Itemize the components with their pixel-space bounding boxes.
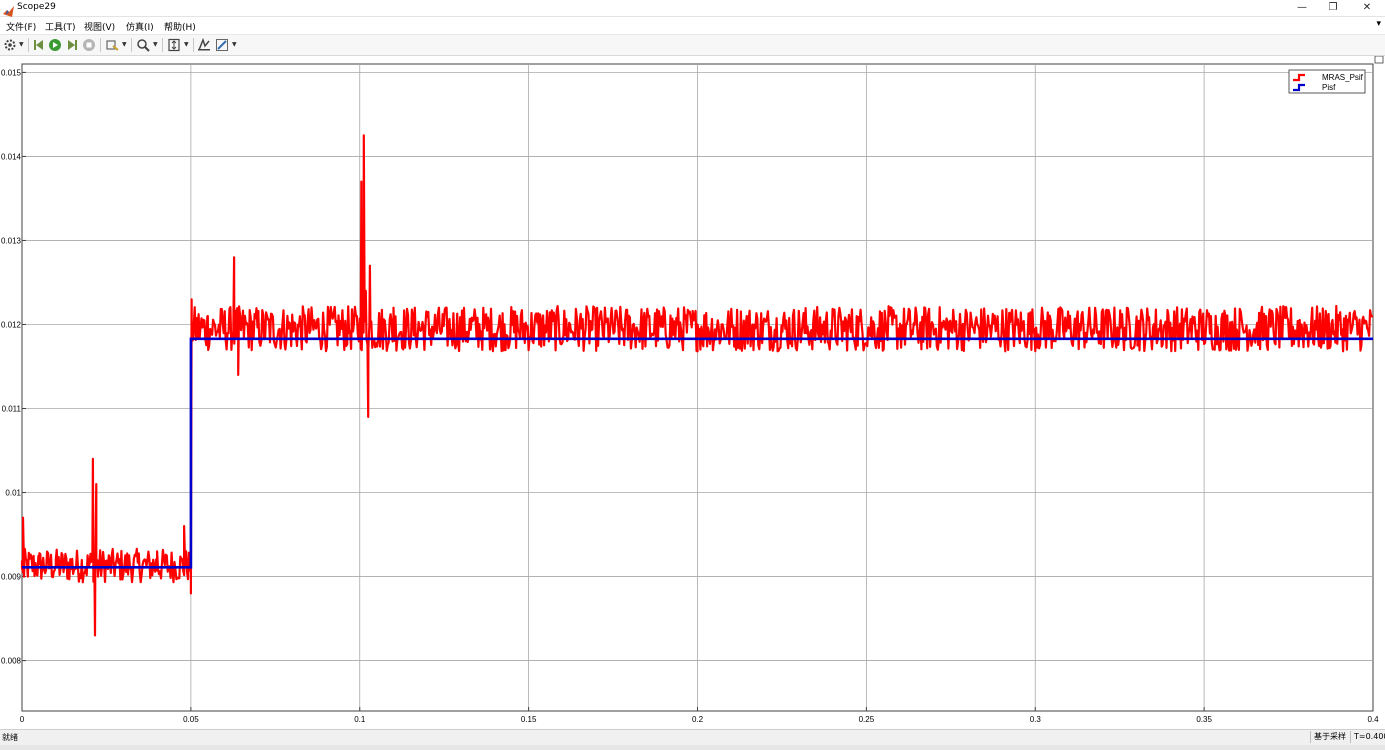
scope-chart[interactable]: 0 0.05 0.1 0.15 0.2 0.25 0.3 0.35 0.4 0.008 0.009 0… — [0, 56, 1385, 729]
toolbar: ▼ ▼ ▼ ▼ ▼ — [0, 35, 1385, 56]
menu-file[interactable]: 文件(F) — [6, 20, 36, 33]
y-tick-label: 0.011 — [2, 405, 22, 414]
x-tick-label: 0.35 — [1196, 715, 1212, 724]
y-tick-label: 0.008 — [1, 657, 22, 666]
menu-view[interactable]: 视图(V) — [84, 20, 115, 33]
toolbar-separator — [28, 38, 29, 52]
stop-icon[interactable] — [82, 38, 96, 52]
fit-icon[interactable] — [167, 38, 181, 52]
status-bar: 就绪 基于采样 T=0.400 — [0, 729, 1385, 745]
zoom-dropdown-icon[interactable]: ▼ — [153, 41, 158, 48]
y-tick-label: 0.014 — [1, 152, 22, 161]
x-tick-label: 0.1 — [354, 715, 366, 724]
toolbar-separator — [162, 38, 163, 52]
x-tick-label: 0.4 — [1367, 715, 1379, 724]
settings-icon[interactable] — [3, 38, 17, 52]
toolbar-separator — [131, 38, 132, 52]
expand-toolstrip-icon[interactable]: ▾ — [1376, 19, 1381, 29]
x-tick-label: 0.2 — [692, 715, 704, 724]
status-time: T=0.400 — [1350, 731, 1385, 743]
zoom-icon[interactable] — [136, 38, 150, 52]
x-tick-label: 0.05 — [183, 715, 199, 724]
y-tick-label: 0.01 — [5, 489, 21, 498]
window-bottom-edge — [0, 745, 1385, 750]
y-tick-label: 0.015 — [1, 68, 22, 77]
toolbar-separator — [100, 38, 101, 52]
menu-help[interactable]: 帮助(H) — [164, 20, 196, 33]
highlight-dropdown-icon[interactable]: ▼ — [122, 41, 127, 48]
menu-simulation[interactable]: 仿真(I) — [126, 20, 154, 33]
undock-icon[interactable] — [1374, 56, 1384, 64]
settings-dropdown-icon[interactable]: ▼ — [19, 41, 24, 48]
scope-plot-area[interactable]: 0 0.05 0.1 0.15 0.2 0.25 0.3 0.35 0.4 0.008 0.009 0… — [0, 56, 1385, 729]
highlight-icon[interactable] — [105, 38, 119, 52]
run-icon[interactable] — [48, 38, 62, 52]
title-bar: Scope29 — ❐ ✕ — [0, 0, 1385, 17]
menu-tools[interactable]: 工具(T) — [45, 20, 76, 33]
x-tick-label: 0.25 — [859, 715, 875, 724]
status-ready: 就绪 — [2, 733, 18, 742]
x-tick-label: 0.15 — [521, 715, 537, 724]
matlab-logo-icon — [3, 2, 14, 17]
step-back-icon[interactable] — [32, 38, 46, 52]
legend-label: Pisf — [1322, 83, 1336, 92]
close-button[interactable]: ✕ — [1357, 1, 1377, 15]
y-tick-label: 0.009 — [1, 573, 22, 582]
y-tick-label: 0.012 — [1, 320, 22, 329]
fit-dropdown-icon[interactable]: ▼ — [184, 41, 189, 48]
step-forward-icon[interactable] — [65, 38, 79, 52]
status-sample-mode: 基于采样 — [1310, 731, 1352, 743]
y-tick-label: 0.013 — [1, 236, 22, 245]
x-tick-label: 0 — [20, 715, 25, 724]
window-title: Scope29 — [17, 2, 56, 12]
legend-label: MRAS_Psif — [1322, 73, 1364, 82]
style-dropdown-icon[interactable]: ▼ — [232, 41, 237, 48]
style-icon[interactable] — [215, 38, 229, 52]
scale-icon[interactable] — [197, 38, 211, 52]
minimize-button[interactable]: — — [1292, 1, 1312, 15]
menu-bar: 文件(F) 工具(T) 视图(V) 仿真(I) 帮助(H) ▾ — [0, 17, 1385, 35]
restore-button[interactable]: ❐ — [1323, 1, 1343, 15]
toolbar-separator — [193, 38, 194, 52]
x-tick-label: 0.3 — [1030, 715, 1042, 724]
